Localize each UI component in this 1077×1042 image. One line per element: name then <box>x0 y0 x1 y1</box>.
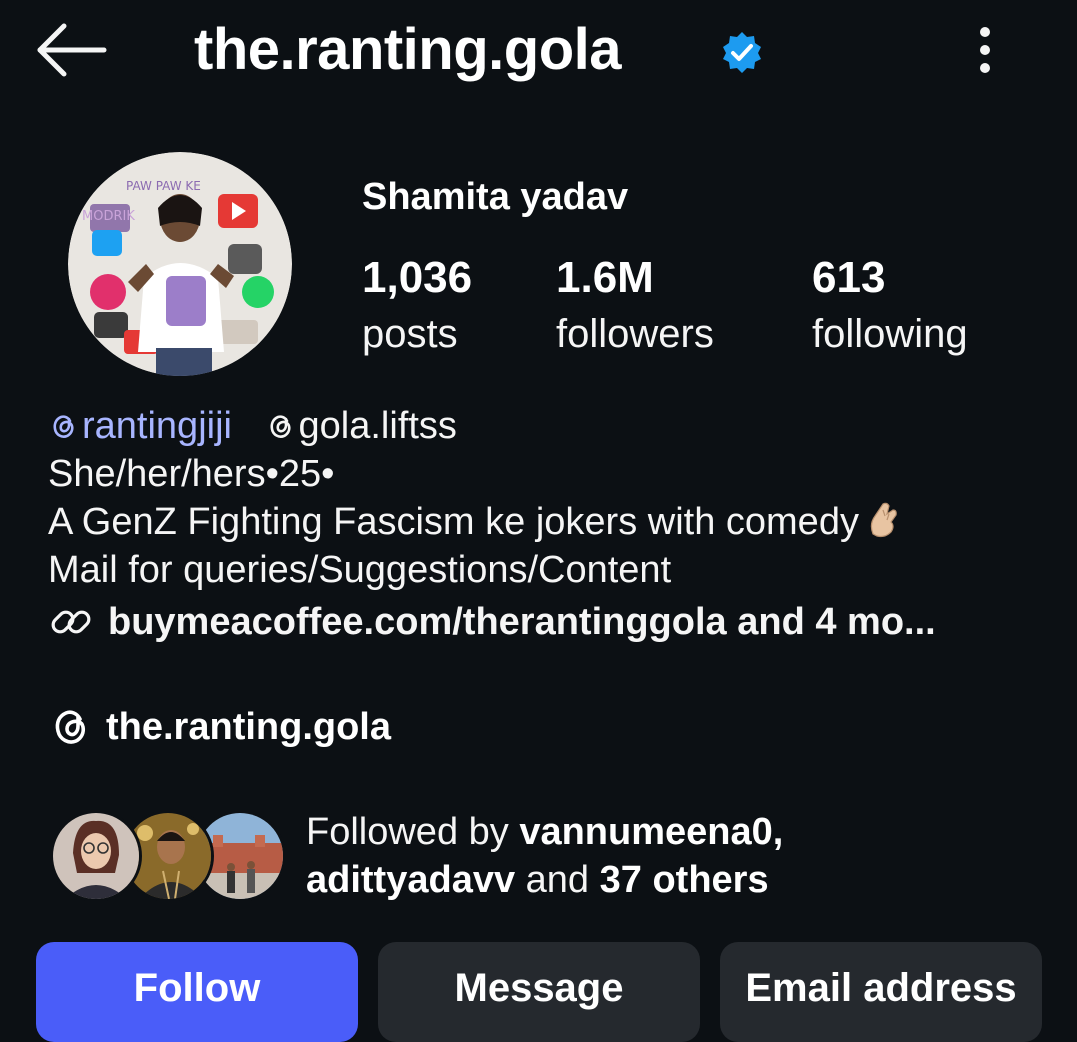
email-address-button[interactable]: Email address <box>720 942 1042 1042</box>
threads-handle-link[interactable]: rantingjiji <box>48 402 232 450</box>
handle-text: gola.liftss <box>298 405 457 447</box>
bio-external-link[interactable]: buymeacoffee.com/therantinggola and 4 mo… <box>48 598 936 646</box>
bio-handles: rantingjiji gola.liftss <box>48 402 457 454</box>
top-bar: the.ranting.gola <box>0 0 1077 110</box>
threads-at-icon <box>53 415 74 438</box>
threads-at-icon <box>269 415 291 438</box>
more-options-button[interactable] <box>960 20 1010 80</box>
posts-count-label: posts <box>362 312 458 356</box>
more-vertical-icon <box>980 27 990 73</box>
following-count-label: following <box>812 312 968 356</box>
bio-pronouns: She/her/hers•25• <box>48 453 335 495</box>
mutual-name-1: vannumeena0, <box>519 811 784 853</box>
follow-button[interactable]: Follow <box>36 942 358 1042</box>
bio-tagline: A GenZ Fighting Fascism ke jokers with c… <box>48 501 859 543</box>
threads-profile-link[interactable]: the.ranting.gola <box>48 702 391 752</box>
followed-by-and: and <box>515 859 600 901</box>
followers-count-value: 1.6M <box>556 253 654 302</box>
bio-link-text: buymeacoffee.com/therantinggola and 4 mo… <box>108 601 936 643</box>
link-icon <box>51 610 91 634</box>
message-button[interactable]: Message <box>378 942 700 1042</box>
profile-display-name: Shamita yadav <box>362 176 629 218</box>
followed-by-text[interactable]: Followed by vannumeena0, adittyadavv and… <box>306 808 783 904</box>
pinched-fingers-emoji-icon <box>870 502 897 538</box>
svg-text:MODRIK: MODRIK <box>82 209 135 224</box>
mutual-avatar <box>50 810 142 902</box>
following-count-value: 613 <box>812 253 886 302</box>
posts-count-value: 1,036 <box>362 253 473 302</box>
profile-username-title: the.ranting.gola <box>194 17 622 82</box>
bio-mail-line: Mail for queries/Suggestions/Content <box>48 549 672 591</box>
threads-icon <box>55 710 86 744</box>
profile-avatar[interactable]: PAW PAW KE MODRIK <box>68 152 292 376</box>
posts-count[interactable]: 1,036 posts <box>362 250 472 362</box>
followed-by-prefix: Followed by <box>306 811 520 853</box>
mutual-followers-avatars[interactable] <box>50 806 290 902</box>
following-count[interactable]: 613 following <box>812 250 968 362</box>
bio-tagline-line: A GenZ Fighting Fascism ke jokers with c… <box>48 498 903 546</box>
verified-badge-icon <box>723 32 761 73</box>
svg-text:PAW PAW KE: PAW PAW KE <box>126 179 201 193</box>
mutual-name-2: adittyadavv <box>306 859 516 901</box>
back-button[interactable] <box>34 20 110 80</box>
mutual-others-count: 37 others <box>599 859 769 901</box>
followers-count-label: followers <box>556 312 714 356</box>
arrow-left-icon <box>37 23 107 77</box>
followers-count[interactable]: 1.6M followers <box>556 250 714 362</box>
threads-handle-link[interactable]: gola.liftss <box>265 402 457 450</box>
threads-link-text: the.ranting.gola <box>106 706 391 748</box>
handle-text: rantingjiji <box>82 405 232 447</box>
